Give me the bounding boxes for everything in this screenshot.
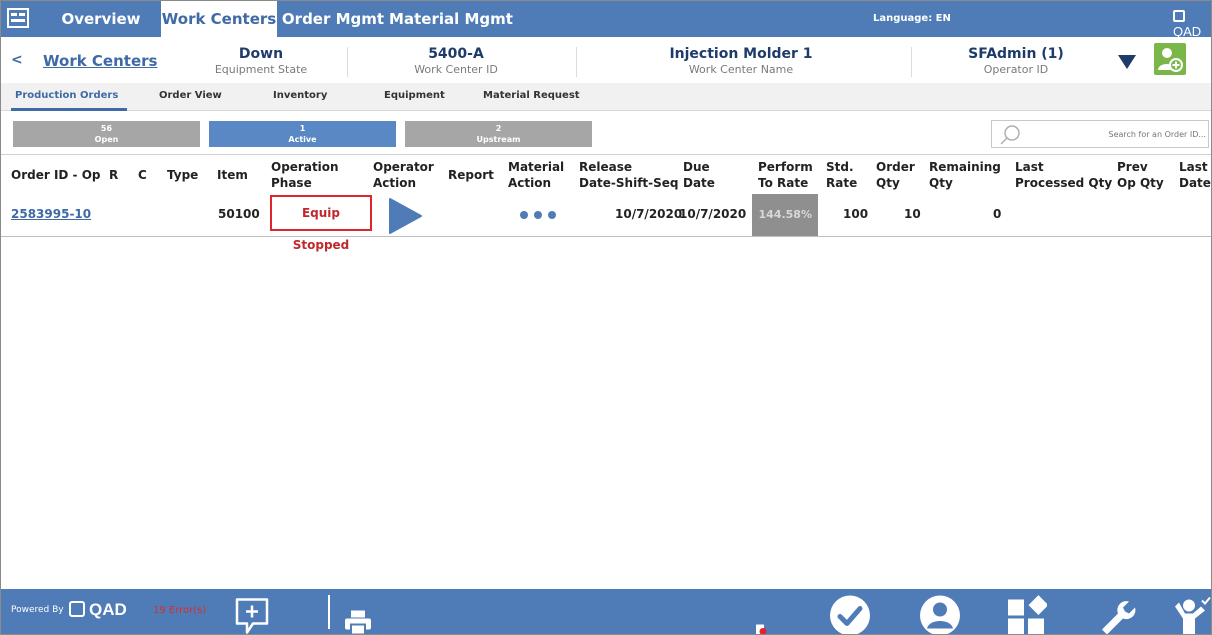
footer-qad-logo: QAD (69, 600, 127, 620)
col-order-qty[interactable]: Order Qty (876, 159, 915, 191)
col-order-id[interactable]: Order ID - Op (11, 167, 101, 183)
col-release-date[interactable]: Release Date-Shift-Seq (579, 159, 679, 191)
toolbar-divider (328, 595, 330, 629)
filter-active-button[interactable]: 1 Active (209, 121, 396, 147)
bottom-toolbar: Powered By QAD 19 Error(s) (1, 589, 1211, 635)
col-due-date[interactable]: Due Date (683, 159, 715, 191)
col-last-processed-qty[interactable]: Last Processed Qty (1015, 159, 1112, 191)
footer-qad-logo-text: QAD (89, 600, 127, 619)
divider (347, 47, 348, 77)
col-report[interactable]: Report (448, 167, 494, 183)
tab-order-mgmt[interactable]: Order Mgmt (277, 1, 389, 37)
equipment-state-label: Equipment State (214, 63, 308, 76)
top-nav: Overview Work Centers Order Mgmt Materia… (1, 1, 1211, 39)
orders-table-header: Order ID - Op R C Type Item Operation Ph… (1, 156, 1211, 194)
col-operator-action[interactable]: Operator Action (373, 159, 434, 191)
notification-icon[interactable] (755, 606, 767, 635)
add-user-icon (1158, 48, 1183, 72)
tab-material-request[interactable]: Material Request (483, 83, 580, 111)
item-cell: 50100 (218, 207, 260, 221)
work-center-name-label: Work Center Name (688, 63, 794, 76)
operation-phase-status: Equip Stopped (270, 195, 372, 252)
user-profile-icon[interactable] (919, 592, 961, 635)
dashboard-tiles-icon[interactable] (1007, 593, 1047, 635)
menu-app-icon[interactable] (7, 8, 29, 28)
tab-overview[interactable]: Overview (41, 1, 161, 37)
operator-checkin-icon[interactable] (1173, 593, 1211, 635)
wrench-icon[interactable] (1096, 593, 1136, 635)
std-rate-cell: 100 (843, 207, 869, 221)
release-date-cell: 10/7/2020 (615, 207, 683, 221)
col-prev-op-qty[interactable]: Prev Op Qty (1117, 159, 1164, 191)
tab-order-view[interactable]: Order View (159, 83, 222, 111)
col-remaining-qty[interactable]: Remaining Qty (929, 159, 1001, 191)
sub-tabs: Production Orders Order View Inventory E… (1, 83, 1211, 111)
remaining-qty-cell: 0 (993, 207, 1002, 221)
qad-logo-icon (1173, 10, 1185, 22)
qad-logo: QAD (1173, 9, 1211, 39)
work-centers-link[interactable]: Work Centers (43, 52, 157, 70)
filter-upstream-label: Upstream (476, 135, 521, 144)
table-row[interactable]: 2583995-10 50100 Equip Stopped 10/7/2020… (1, 194, 1211, 252)
search-input[interactable] (1030, 125, 1206, 143)
divider (911, 47, 912, 77)
operator-dropdown-icon[interactable] (1118, 55, 1136, 69)
tab-material-mgmt[interactable]: Material Mgmt (389, 1, 513, 37)
col-operation-phase[interactable]: Operation Phase (271, 159, 339, 191)
perform-to-rate-cell: 144.58% (752, 194, 818, 236)
col-last-date[interactable]: Last Date (1179, 159, 1211, 191)
filter-upstream-count: 2 (495, 124, 502, 133)
error-count[interactable]: 19 Error(s) (153, 605, 206, 616)
order-id-link[interactable]: 2583995-10 (11, 207, 91, 221)
filter-active-label: Active (288, 135, 317, 144)
equipment-state-value: Down (238, 46, 284, 62)
filter-open-button[interactable]: 56 Open (13, 121, 200, 147)
work-center-id: 5400-A Work Center ID (401, 46, 511, 76)
filter-active-count: 1 (299, 124, 306, 133)
filter-open-label: Open (94, 135, 119, 144)
col-type[interactable]: Type (167, 167, 198, 183)
divider (576, 47, 577, 77)
filter-upstream-button[interactable]: 2 Upstream (405, 121, 592, 147)
operator-id: SFAdmin (1) Operator ID (961, 46, 1071, 76)
equipment-state: Down Equipment State (206, 46, 316, 76)
col-c[interactable]: C (138, 167, 147, 183)
col-item[interactable]: Item (217, 167, 248, 183)
tab-production-orders[interactable]: Production Orders (11, 83, 127, 111)
language-selector[interactable]: Language: EN (873, 1, 951, 37)
order-qty-cell: 10 (904, 207, 921, 221)
powered-by-label: Powered By (11, 605, 64, 615)
filter-open-count: 56 (100, 124, 113, 133)
tab-work-centers[interactable]: Work Centers (161, 1, 277, 37)
operator-id-value: SFAdmin (1) (968, 46, 1064, 62)
add-operator-button[interactable] (1154, 43, 1186, 75)
work-center-id-label: Work Center ID (414, 63, 498, 76)
operator-id-label: Operator ID (983, 63, 1049, 76)
col-perform-to-rate[interactable]: Perform To Rate (758, 159, 813, 191)
add-note-icon[interactable] (233, 593, 273, 635)
footer-qad-logo-icon (69, 601, 85, 617)
col-material-action[interactable]: Material Action (508, 159, 564, 191)
col-std-rate[interactable]: Std. Rate (826, 159, 857, 191)
print-icon[interactable] (344, 599, 372, 635)
work-center-info-bar: < Work Centers Down Equipment State 5400… (1, 39, 1211, 83)
search-icon (1000, 125, 1020, 145)
due-date-cell: 10/7/2020 (679, 207, 747, 221)
col-r[interactable]: R (109, 167, 118, 183)
order-search[interactable] (991, 120, 1209, 148)
work-center-name: Injection Molder 1 Work Center Name (661, 46, 821, 76)
back-button[interactable]: < (11, 52, 23, 68)
work-center-name-value: Injection Molder 1 (669, 46, 813, 62)
work-center-id-value: 5400-A (428, 46, 484, 62)
complete-check-icon[interactable] (829, 592, 871, 635)
play-icon[interactable] (387, 198, 423, 234)
filter-bar: 56 Open 1 Active 2 Upstream (1, 113, 1211, 155)
qad-logo-text: QAD (1173, 24, 1202, 39)
app-window: Overview Work Centers Order Mgmt Materia… (0, 0, 1212, 635)
tab-equipment[interactable]: Equipment (384, 83, 445, 111)
more-actions-icon[interactable] (519, 210, 559, 220)
tab-inventory[interactable]: Inventory (273, 83, 327, 111)
